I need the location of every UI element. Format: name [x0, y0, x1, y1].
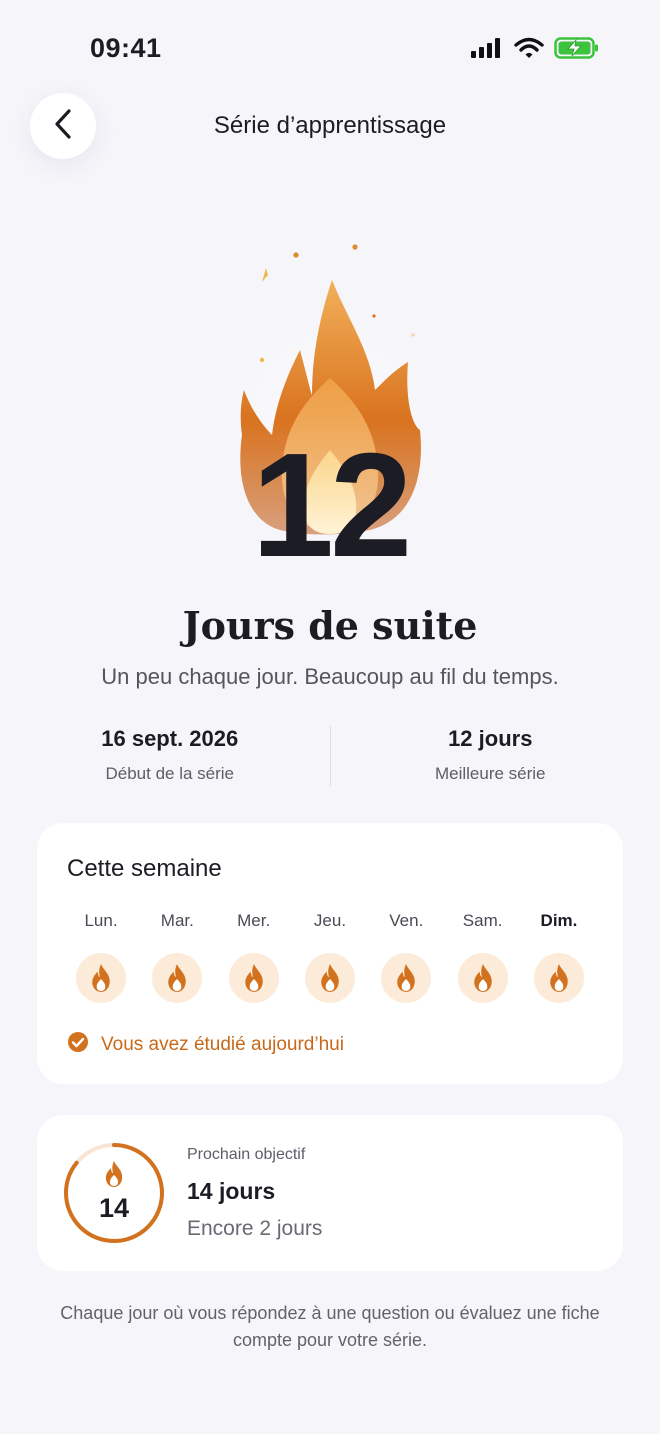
- day-label: Lun.: [84, 911, 118, 930]
- stat-start-date: 16 sept. 2026 Début de la série: [10, 726, 330, 788]
- flame-icon: [457, 953, 508, 1003]
- flame-icon: [152, 953, 203, 1003]
- streak-footnote: Chaque jour où vous répondez à une quest…: [60, 1303, 600, 1350]
- flame-icon: [228, 953, 279, 1003]
- wifi-icon: [514, 37, 544, 64]
- day-label: Dim.: [540, 911, 578, 930]
- stat-value: 16 sept. 2026: [101, 726, 239, 751]
- next-goal-card: 14 Prochain objectif 14 jours Encore 2 j…: [37, 1115, 623, 1271]
- week-days: Lun. Mar. Mer. Jeu. Ven. Sam. Dim.: [63, 911, 597, 1003]
- day-label: Sam.: [462, 911, 503, 930]
- streak-title: Jours de suite: [182, 603, 478, 648]
- streak-count: 12: [251, 423, 413, 588]
- day-wednesday: Mer.: [216, 911, 292, 1003]
- streak-stats: 16 sept. 2026 Début de la série 12 jours…: [10, 726, 650, 788]
- studied-today-text: Vous avez étudié aujourd’hui: [101, 1033, 344, 1055]
- flame-icon: [304, 953, 355, 1003]
- day-friday: Ven.: [368, 911, 444, 1003]
- status-bar: 09:41: [0, 0, 660, 96]
- battery-charging-icon: [554, 36, 600, 65]
- day-saturday: Sam.: [445, 911, 521, 1003]
- signal-icon: [470, 37, 504, 64]
- day-monday: Lun.: [63, 911, 139, 1003]
- week-title: Cette semaine: [67, 855, 222, 882]
- day-label: Mar.: [160, 911, 194, 930]
- goal-label: Prochain objectif: [187, 1146, 306, 1163]
- flame-icon: [103, 1160, 125, 1193]
- week-card: Cette semaine Lun. Mar. Mer. Jeu. Ven. S…: [37, 823, 623, 1084]
- flame-icon: [76, 953, 126, 1003]
- day-label: Jeu.: [313, 911, 347, 930]
- stat-label: Début de la série: [105, 764, 235, 783]
- streak-subtitle: Un peu chaque jour. Beaucoup au fil du t…: [101, 664, 559, 689]
- goal-value: 14 jours: [187, 1178, 276, 1204]
- day-label: Ven.: [389, 911, 424, 930]
- stat-label: Meilleure série: [434, 764, 546, 783]
- studied-today-status: Vous avez étudié aujourd’hui: [67, 1031, 344, 1058]
- status-time: 09:41: [90, 33, 162, 63]
- flame-icon: [533, 953, 584, 1003]
- goal-ring-number: 14: [98, 1193, 130, 1223]
- page-title: Série d’apprentissage: [213, 112, 447, 139]
- goal-remaining: Encore 2 jours: [187, 1217, 323, 1240]
- stat-best-streak: 12 jours Meilleure série: [331, 726, 651, 788]
- day-thursday: Jeu.: [292, 911, 368, 1003]
- status-icons: [470, 36, 600, 65]
- stat-value: 12 jours: [448, 726, 533, 751]
- check-circle-icon: [67, 1031, 89, 1058]
- day-label: Mer.: [237, 911, 271, 930]
- day-tuesday: Mar.: [139, 911, 215, 1003]
- flame-icon: [381, 953, 432, 1003]
- day-sunday: Dim.: [521, 911, 597, 1003]
